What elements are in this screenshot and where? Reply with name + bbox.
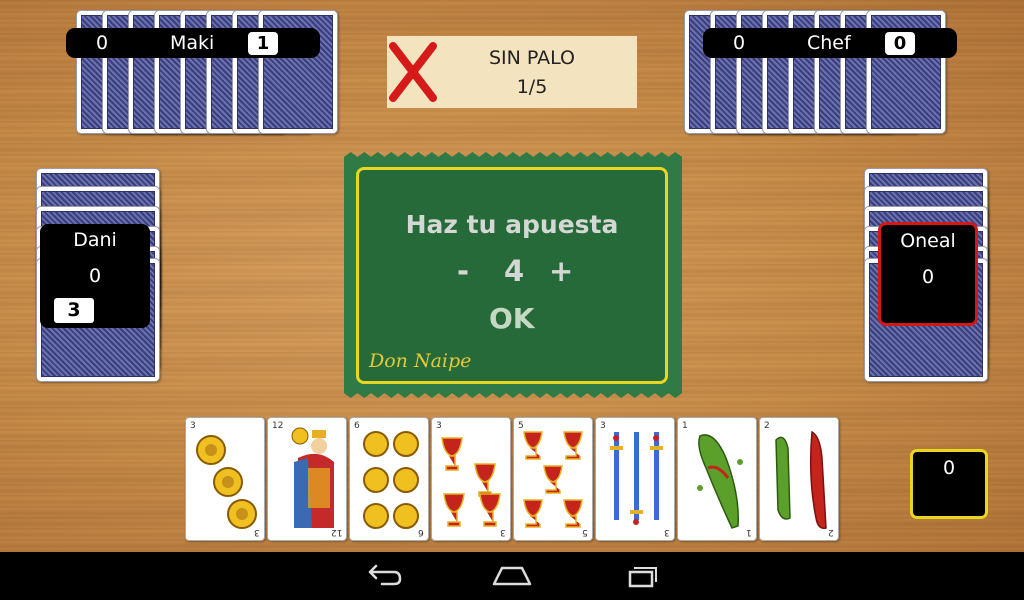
hand-card[interactable]: 3 3 — [431, 417, 511, 541]
player-score: 0 — [921, 266, 935, 288]
player-bid: 3 — [54, 298, 94, 323]
hand-card[interactable]: 5 5 — [513, 417, 593, 541]
player-name: Oneal — [900, 230, 956, 252]
bet-dialog: Haz tu apuesta - 4 + OK Don Naipe — [344, 152, 682, 398]
player-score: 0 — [733, 32, 746, 54]
cups-suit-icon — [441, 437, 501, 527]
hand-card[interactable]: 1 1 — [677, 417, 757, 541]
player-bid: 0 — [885, 32, 915, 55]
bet-dialog-panel: Haz tu apuesta - 4 + OK Don Naipe — [356, 167, 668, 384]
back-icon[interactable] — [360, 562, 408, 590]
player-bid: 1 — [248, 32, 278, 55]
trump-indicator: SIN PALO 1/5 — [387, 36, 637, 108]
recents-icon[interactable] — [616, 562, 664, 590]
player-name: Dani — [73, 229, 117, 251]
bet-dialog-title: Haz tu apuesta — [405, 210, 619, 239]
increase-bet-button[interactable]: + — [549, 254, 573, 288]
clubs-suit-icon — [775, 430, 827, 530]
clubs-suit-icon — [697, 434, 743, 529]
player-nameplate-top-right: 0 Chef 0 — [703, 28, 957, 58]
player-score: 0 — [88, 265, 102, 287]
brand-logo: Don Naipe — [369, 350, 472, 372]
decrease-bet-button[interactable]: - — [457, 254, 469, 288]
hand-card[interactable]: 6 6 — [349, 417, 429, 541]
confirm-bet-button[interactable]: OK — [489, 302, 535, 335]
player-nameplate-top-left: 0 Maki 1 — [66, 28, 320, 58]
player-score: 0 — [96, 32, 109, 54]
tricks-won-box: 0 — [910, 449, 988, 519]
bet-stepper: - 4 + — [359, 254, 665, 290]
tricks-count: 0 — [942, 457, 956, 479]
cups-suit-icon — [523, 431, 583, 528]
trump-label: SIN PALO — [488, 47, 576, 69]
system-navbar — [0, 552, 1024, 600]
hand-card[interactable]: 2 2 — [759, 417, 839, 541]
player-name: Maki — [170, 32, 215, 54]
player-box-left: Dani 0 3 — [40, 224, 150, 328]
game-table: 0 Maki 1 0 Chef 0 SIN PALO 1/5 Dani 0 3 … — [0, 0, 1024, 552]
round-counter: 1/5 — [516, 76, 548, 98]
no-trump-x-icon — [389, 42, 437, 102]
home-icon[interactable] — [488, 562, 536, 590]
swords-suit-icon — [610, 432, 663, 525]
bet-value: 4 — [504, 254, 525, 288]
hand-card[interactable]: 3 3 — [595, 417, 675, 541]
hand-card[interactable]: 12 12 — [267, 417, 347, 541]
hand-card[interactable]: 3 3 — [185, 417, 265, 541]
player-box-right-active: Oneal 0 — [878, 222, 978, 326]
player-name: Chef — [807, 32, 851, 54]
king-figure-icon — [291, 427, 334, 528]
coins-suit-icon — [363, 431, 419, 529]
coins-suit-icon — [196, 435, 257, 529]
